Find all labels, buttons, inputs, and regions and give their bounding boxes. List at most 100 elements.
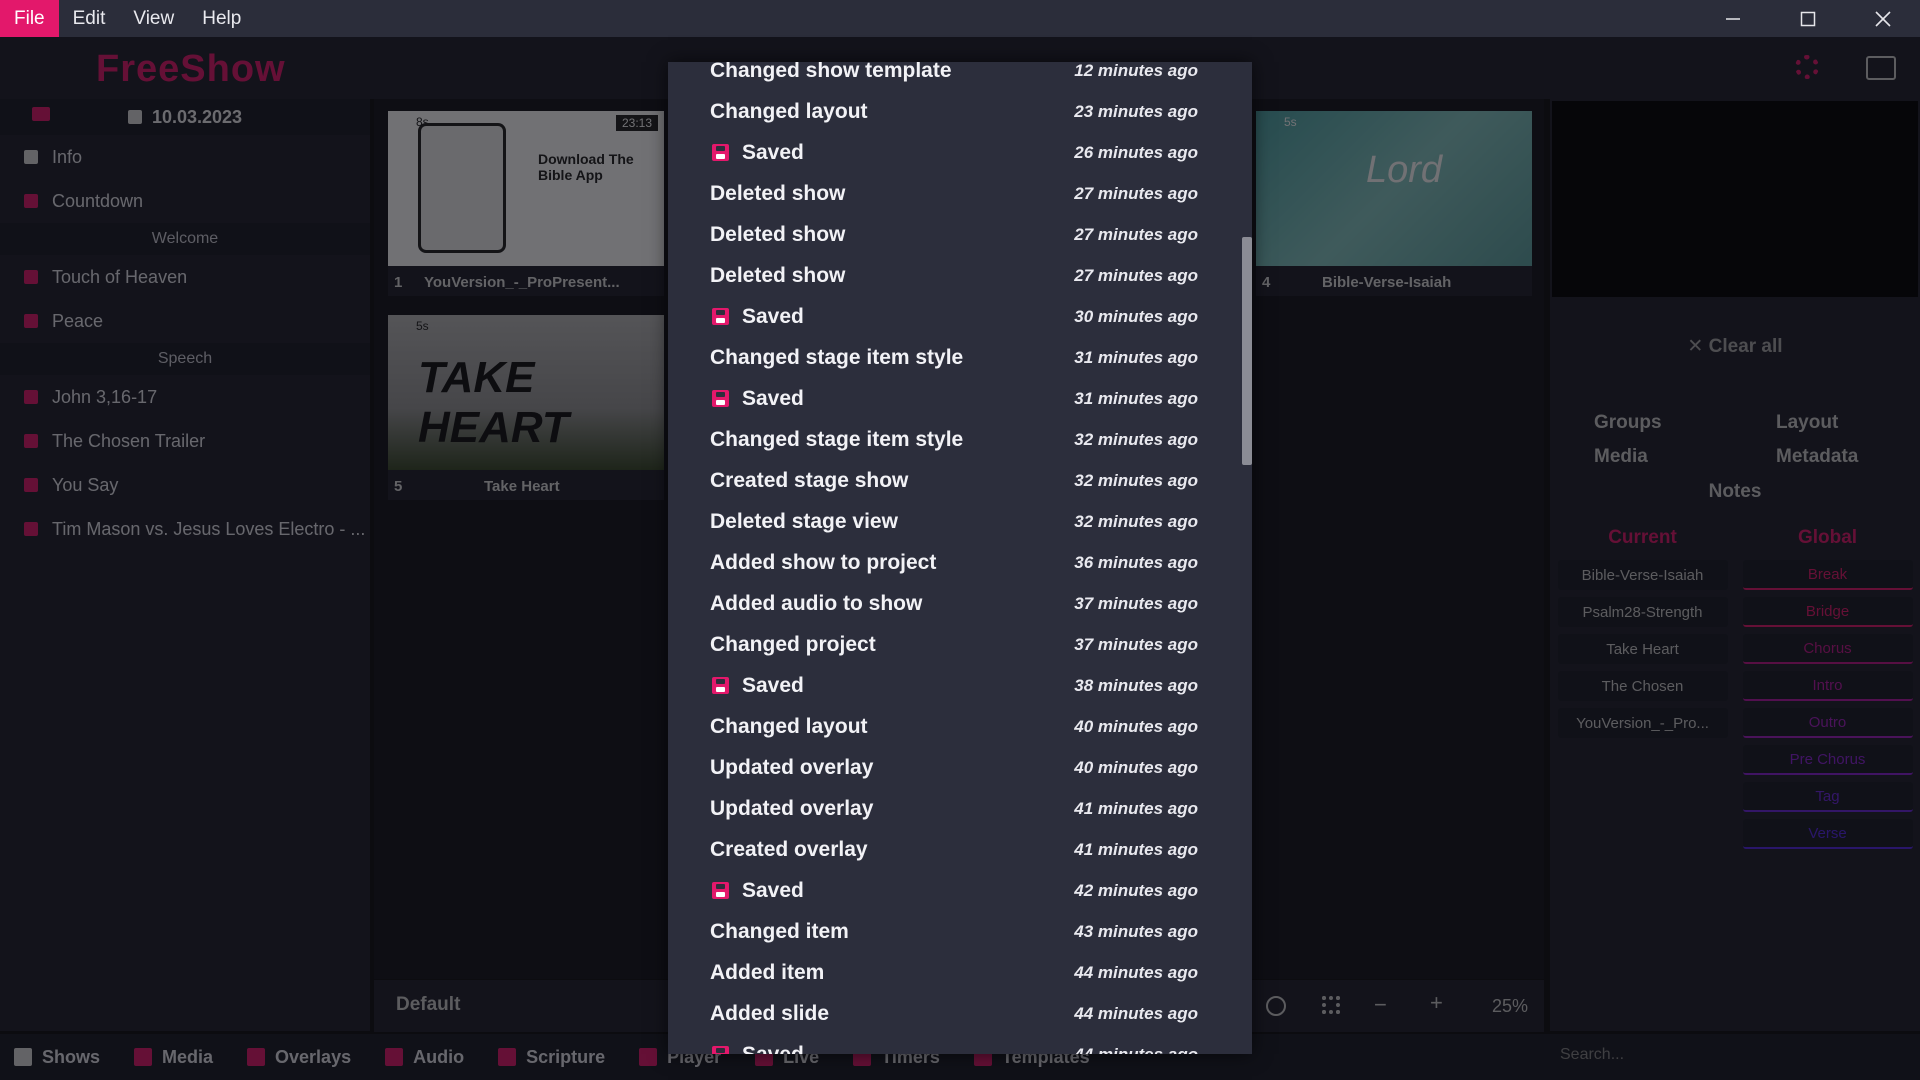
- tab-overlays[interactable]: Overlays: [247, 1047, 351, 1068]
- project-header[interactable]: 10.03.2023: [0, 99, 370, 135]
- tab-groups[interactable]: Groups: [1594, 412, 1662, 434]
- project-item[interactable]: The Chosen Trailer: [0, 419, 370, 463]
- history-item[interactable]: Deleted stage view 32 minutes ago: [668, 501, 1252, 542]
- tab-scripture[interactable]: Scripture: [498, 1047, 605, 1068]
- tab-shows[interactable]: Shows: [14, 1047, 100, 1068]
- tab-media[interactable]: Media: [134, 1047, 213, 1068]
- history-action: Saved: [742, 878, 804, 902]
- clear-all-button[interactable]: ✕ Clear all: [1550, 335, 1920, 358]
- current-group-item[interactable]: Bible-Verse-Isaiah: [1557, 560, 1728, 590]
- history-time: 31 minutes ago: [1074, 388, 1198, 408]
- history-item[interactable]: Added slide 44 minutes ago: [668, 993, 1252, 1034]
- layout-name[interactable]: Default: [396, 994, 460, 1016]
- slides-icon: [24, 270, 38, 284]
- history-item[interactable]: Updated overlay 41 minutes ago: [668, 788, 1252, 829]
- phone-graphic: [418, 123, 506, 253]
- app-logo: FreeShow: [96, 48, 286, 90]
- global-group-item[interactable]: Outro: [1742, 708, 1913, 738]
- output-screen-icon[interactable]: [1866, 56, 1896, 80]
- history-item[interactable]: Saved 26 minutes ago: [668, 132, 1252, 173]
- history-item[interactable]: Added item 44 minutes ago: [668, 952, 1252, 993]
- maximize-icon[interactable]: [1770, 0, 1845, 37]
- history-item[interactable]: Changed layout 23 minutes ago: [668, 91, 1252, 132]
- current-group-item[interactable]: Take Heart: [1557, 634, 1728, 664]
- global-group-item[interactable]: Chorus: [1742, 634, 1913, 664]
- project-item[interactable]: Tim Mason vs. Jesus Loves Electro - ...: [0, 507, 370, 551]
- project-item[interactable]: You Say: [0, 463, 370, 507]
- history-item[interactable]: Saved 44 minutes ago: [668, 1034, 1252, 1054]
- slide-name: Bible-Verse-Isaiah: [1322, 273, 1452, 291]
- zoom-in-icon[interactable]: +: [1430, 990, 1443, 1016]
- history-item[interactable]: Saved 38 minutes ago: [668, 665, 1252, 706]
- slide-card[interactable]: TAKE HEART 5s 5 Take Heart: [388, 315, 664, 500]
- history-time: 27 minutes ago: [1074, 183, 1198, 203]
- history-item[interactable]: Deleted show 27 minutes ago: [668, 214, 1252, 255]
- current-group-item[interactable]: YouVersion_-_Pro...: [1557, 708, 1728, 738]
- slide-image-text: TAKE HEART: [418, 353, 569, 452]
- history-item[interactable]: Saved 31 minutes ago: [668, 378, 1252, 419]
- history-item[interactable]: Changed layout 40 minutes ago: [668, 706, 1252, 747]
- menu-help[interactable]: Help: [188, 0, 255, 37]
- save-icon: [712, 308, 729, 325]
- current-group-item[interactable]: Psalm28-Strength: [1557, 597, 1728, 627]
- history-time: 26 minutes ago: [1074, 142, 1198, 162]
- menu-view[interactable]: View: [119, 0, 188, 37]
- menu-edit[interactable]: Edit: [59, 0, 120, 37]
- project-item[interactable]: John 3,16-17: [0, 375, 370, 419]
- history-item[interactable]: Changed stage item style 31 minutes ago: [668, 337, 1252, 378]
- global-group-item[interactable]: Verse: [1742, 819, 1913, 849]
- global-group-item[interactable]: Pre Chorus: [1742, 745, 1913, 775]
- project-item[interactable]: Countdown: [0, 179, 370, 223]
- history-item[interactable]: Saved 42 minutes ago: [668, 870, 1252, 911]
- history-time: 43 minutes ago: [1074, 921, 1198, 941]
- history-item[interactable]: Created overlay 41 minutes ago: [668, 829, 1252, 870]
- history-item[interactable]: Updated overlay 40 minutes ago: [668, 747, 1252, 788]
- history-time: 44 minutes ago: [1074, 1003, 1198, 1023]
- history-item[interactable]: Changed project 37 minutes ago: [668, 624, 1252, 665]
- grid-icon[interactable]: [1322, 996, 1340, 1014]
- history-action: Changed project: [710, 632, 876, 656]
- history-item[interactable]: Added audio to show 37 minutes ago: [668, 583, 1252, 624]
- minimize-icon[interactable]: [1695, 0, 1770, 37]
- right-panel: ✕ Clear all Groups Layout Media Metadata…: [1550, 99, 1920, 1031]
- history-scrollbar-track[interactable]: [1241, 62, 1252, 1054]
- history-item[interactable]: Saved 30 minutes ago: [668, 296, 1252, 337]
- menu-file[interactable]: File: [0, 0, 59, 37]
- current-group-item[interactable]: The Chosen: [1557, 671, 1728, 701]
- history-item[interactable]: Changed show template 12 minutes ago: [668, 62, 1252, 91]
- project-item[interactable]: Info: [0, 135, 370, 179]
- history-item[interactable]: Deleted show 27 minutes ago: [668, 173, 1252, 214]
- global-group-item[interactable]: Break: [1742, 560, 1913, 590]
- slide-card[interactable]: Download The Bible App 23:13 8s 1 YouVer…: [388, 111, 664, 296]
- global-group-item[interactable]: Intro: [1742, 671, 1913, 701]
- tab-notes[interactable]: Notes: [1550, 481, 1920, 503]
- history-item[interactable]: Created stage show 32 minutes ago: [668, 460, 1252, 501]
- tab-metadata[interactable]: Metadata: [1776, 446, 1858, 468]
- tab-layout[interactable]: Layout: [1776, 412, 1838, 434]
- global-group-item[interactable]: Tag: [1742, 782, 1913, 812]
- history-action: Changed stage item style: [710, 345, 964, 369]
- project-item[interactable]: Touch of Heaven: [0, 255, 370, 299]
- close-icon[interactable]: [1845, 0, 1920, 37]
- tab-media[interactable]: Media: [1594, 446, 1648, 468]
- search-input[interactable]: Search...: [1560, 1046, 1624, 1064]
- history-item[interactable]: Changed item 43 minutes ago: [668, 911, 1252, 952]
- history-item[interactable]: Changed stage item style 32 minutes ago: [668, 419, 1252, 460]
- history-action: Created stage show: [710, 468, 909, 492]
- history-item[interactable]: Deleted show 27 minutes ago: [668, 255, 1252, 296]
- output-preview[interactable]: [1552, 101, 1918, 297]
- folder-icon[interactable]: [32, 107, 50, 121]
- project-item[interactable]: Peace: [0, 299, 370, 343]
- slide-number: 4: [1262, 273, 1271, 291]
- contrast-icon[interactable]: [1266, 996, 1286, 1016]
- global-group-item[interactable]: Bridge: [1742, 597, 1913, 627]
- zoom-out-icon[interactable]: −: [1374, 992, 1387, 1018]
- project-item-label: John 3,16-17: [52, 386, 158, 407]
- history-scrollbar-thumb[interactable]: [1242, 237, 1252, 465]
- slide-name: YouVersion_-_ProPresent...: [424, 273, 620, 291]
- settings-gear-icon[interactable]: [1795, 55, 1819, 79]
- tab-audio[interactable]: Audio: [385, 1047, 464, 1068]
- history-item[interactable]: Added show to project 36 minutes ago: [668, 542, 1252, 583]
- history-action: Saved: [742, 140, 804, 164]
- slide-card[interactable]: Lord 5s 4 Bible-Verse-Isaiah: [1256, 111, 1532, 296]
